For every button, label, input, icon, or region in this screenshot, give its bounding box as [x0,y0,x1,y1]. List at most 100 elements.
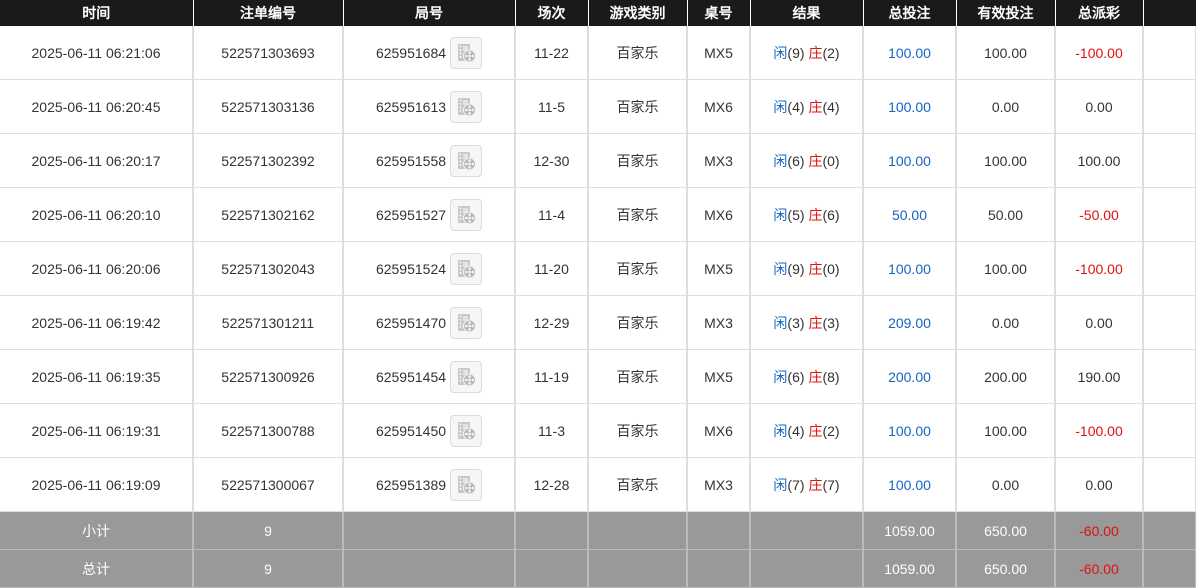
result-player-label: 闲 [773,368,788,385]
replay-video-button[interactable] [450,198,483,231]
film-reel-icon [458,151,477,170]
film-reel-icon [458,313,477,332]
replay-video-button[interactable] [450,90,483,123]
cell-game-type: 百家乐 [588,295,688,350]
film-reel-icon [458,475,477,494]
result-player-label: 闲 [773,206,788,223]
subtotal-empty-cell [343,511,516,550]
col-header-blank [1143,0,1196,26]
cell-result: 闲(6) 庄(0) [750,133,864,188]
cell-result: 闲(6) 庄(8) [750,349,864,404]
cell-time: 2025-06-11 06:20:10 [0,187,194,242]
result-banker-value: (0) [822,152,840,169]
result-player-label: 闲 [773,98,788,115]
bet-records-table: 时间 注单编号 局号 场次 游戏类别 桌号 结果 总投注 有效投注 总派彩 20… [0,0,1196,588]
cell-result: 闲(4) 庄(2) [750,403,864,458]
replay-video-button[interactable] [450,360,483,393]
subtotal-row: 小计 9 1059.00 650.00 -60.00 [0,511,1196,550]
table-header-row: 时间 注单编号 局号 场次 游戏类别 桌号 结果 总投注 有效投注 总派彩 [0,0,1196,26]
cell-payout: -100.00 [1055,241,1144,296]
col-header-session: 场次 [515,0,589,26]
cell-payout: 0.00 [1055,457,1144,512]
cell-table-no: MX6 [687,187,751,242]
replay-video-button[interactable] [450,468,483,501]
subtotal-label: 小计 [0,511,194,550]
replay-video-button[interactable] [450,144,483,177]
result-player-value: (5) [787,206,805,223]
cell-round-no: 625951470 [343,295,516,350]
cell-table-no: MX3 [687,295,751,350]
cell-result: 闲(9) 庄(2) [750,26,864,80]
cell-payout: 190.00 [1055,349,1144,404]
cell-time: 2025-06-11 06:19:35 [0,349,194,404]
grand-total-empty-cell [750,549,864,588]
round-no-text: 625951558 [375,152,447,169]
grand-total-empty-cell [588,549,688,588]
cell-time: 2025-06-11 06:19:09 [0,457,194,512]
cell-payout: 0.00 [1055,295,1144,350]
replay-video-button[interactable] [450,252,483,285]
cell-round-no: 625951524 [343,241,516,296]
replay-video-button[interactable] [450,414,483,447]
cell-valid-bet: 0.00 [956,457,1056,512]
cell-result: 闲(7) 庄(7) [750,457,864,512]
subtotal-empty-cell [750,511,864,550]
table-row: 2025-06-11 06:19:35 522571300926 6259514… [0,349,1196,404]
cell-result: 闲(5) 庄(6) [750,187,864,242]
grand-total-label: 总计 [0,549,194,588]
round-no-text: 625951684 [375,44,447,61]
cell-empty [1143,26,1196,80]
result-banker-label: 庄 [808,422,823,439]
result-banker-label: 庄 [808,152,823,169]
result-banker-value: (6) [822,206,840,223]
col-header-game-type: 游戏类别 [588,0,688,26]
cell-payout: -100.00 [1055,403,1144,458]
grand-total-empty-cell [343,549,516,588]
replay-video-button[interactable] [450,36,483,69]
cell-game-type: 百家乐 [588,187,688,242]
film-reel-icon [458,97,477,116]
cell-game-type: 百家乐 [588,457,688,512]
cell-round-no: 625951684 [343,26,516,80]
round-no-text: 625951470 [375,314,447,331]
table-row: 2025-06-11 06:20:10 522571302162 6259515… [0,187,1196,242]
round-no-text: 625951524 [375,260,447,277]
cell-session: 11-4 [515,187,589,242]
grand-total-empty-cell [687,549,751,588]
cell-game-type: 百家乐 [588,79,688,134]
cell-payout: -50.00 [1055,187,1144,242]
col-header-table-no: 桌号 [687,0,751,26]
film-reel-icon [458,367,477,386]
result-player-label: 闲 [773,422,788,439]
cell-bet-no: 522571301211 [193,295,344,350]
cell-bet-no: 522571302162 [193,187,344,242]
cell-time: 2025-06-11 06:19:42 [0,295,194,350]
col-header-payout: 总派彩 [1055,0,1144,26]
cell-round-no: 625951450 [343,403,516,458]
cell-round-no: 625951558 [343,133,516,188]
table-row: 2025-06-11 06:19:09 522571300067 6259513… [0,457,1196,512]
result-player-value: (3) [787,314,805,331]
result-banker-label: 庄 [808,476,823,493]
subtotal-empty-cell [1143,511,1196,550]
cell-table-no: MX3 [687,133,751,188]
cell-round-no: 625951454 [343,349,516,404]
cell-session: 11-22 [515,26,589,80]
result-player-value: (6) [787,152,805,169]
cell-empty [1143,79,1196,134]
cell-valid-bet: 0.00 [956,79,1056,134]
cell-time: 2025-06-11 06:20:45 [0,79,194,134]
replay-video-button[interactable] [450,306,483,339]
cell-bet-no: 522571300926 [193,349,344,404]
cell-empty [1143,457,1196,512]
cell-session: 11-5 [515,79,589,134]
col-header-result: 结果 [750,0,864,26]
cell-session: 11-3 [515,403,589,458]
cell-time: 2025-06-11 06:21:06 [0,26,194,80]
cell-payout: 100.00 [1055,133,1144,188]
grand-total-count: 9 [193,549,344,588]
subtotal-count: 9 [193,511,344,550]
col-header-round-no: 局号 [343,0,516,26]
result-player-value: (9) [787,260,805,277]
cell-bet-no: 522571302043 [193,241,344,296]
